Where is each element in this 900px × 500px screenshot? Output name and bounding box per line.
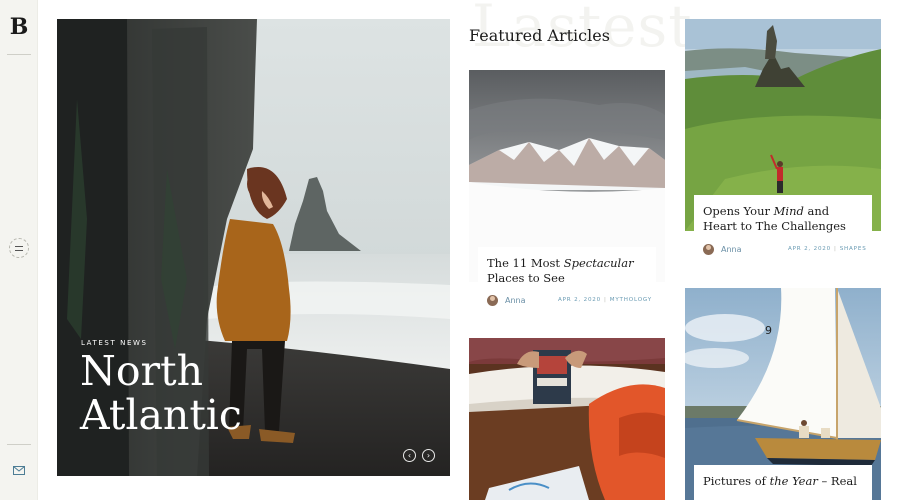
author-link[interactable]: Anna (505, 296, 526, 305)
avatar[interactable] (487, 295, 498, 306)
sidebar-rail: B (0, 0, 38, 500)
card-caption[interactable]: Pictures of the Year – Real (694, 465, 872, 500)
card-title[interactable]: The 11 Most Spectacular Places to See (487, 256, 646, 286)
category-link[interactable]: MYTHOLOGY (610, 297, 652, 303)
card-caption[interactable]: Opens Your Mind and Heart to The Challen… (694, 195, 872, 239)
card-image[interactable] (469, 338, 665, 500)
hero-eyebrow: LATEST NEWS (81, 339, 148, 347)
card-title[interactable]: Pictures of the Year – Real (703, 474, 862, 489)
post-date: APR 2, 2020 (788, 246, 832, 252)
card-title[interactable]: Opens Your Mind and Heart to The Challen… (703, 204, 862, 234)
post-date: APR 2, 2020 (558, 297, 602, 303)
hero-title[interactable]: North Atlantic (80, 349, 320, 437)
section-title: Featured Articles (469, 26, 610, 45)
arrow-right-icon[interactable]: › (422, 449, 435, 462)
card-meta: Anna APR 2, 2020 | SHAPES (703, 244, 873, 256)
svg-text:9: 9 (765, 324, 772, 337)
rail-divider (7, 54, 31, 55)
site-logo[interactable]: B (0, 14, 38, 40)
avatar[interactable] (703, 244, 714, 255)
post-meta: APR 2, 2020 | SHAPES (788, 246, 867, 252)
card-meta: Anna APR 2, 2020 | MYTHOLOGY (487, 295, 657, 307)
hero-title-line: Atlantic (80, 391, 242, 439)
category-link[interactable]: SHAPES (840, 246, 867, 252)
rail-divider (7, 444, 31, 445)
arrow-left-icon[interactable]: ‹ (403, 449, 416, 462)
mail-icon[interactable] (13, 466, 25, 475)
hamburger-menu-icon[interactable] (9, 238, 29, 258)
hero-title-line: North (80, 347, 204, 395)
post-meta: APR 2, 2020 | MYTHOLOGY (558, 297, 652, 303)
author-link[interactable]: Anna (721, 245, 742, 254)
hero-slide[interactable]: LATEST NEWS North Atlantic ‹ › (57, 19, 450, 476)
card-caption[interactable]: The 11 Most Spectacular Places to See (478, 247, 656, 291)
